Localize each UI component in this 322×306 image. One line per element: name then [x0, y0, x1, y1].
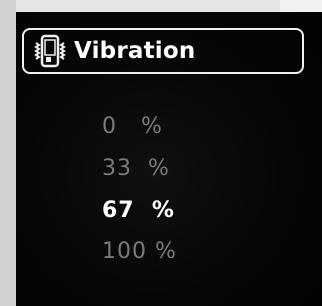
- option-100-percent[interactable]: 100 %: [102, 241, 177, 263]
- option-67-percent[interactable]: 67 %: [102, 200, 175, 222]
- option-0-percent[interactable]: 0 %: [102, 116, 163, 138]
- option-33-percent[interactable]: 33 %: [102, 158, 170, 180]
- vibration-option-list: 0 % 33 % 67 % 100 %: [0, 0, 322, 306]
